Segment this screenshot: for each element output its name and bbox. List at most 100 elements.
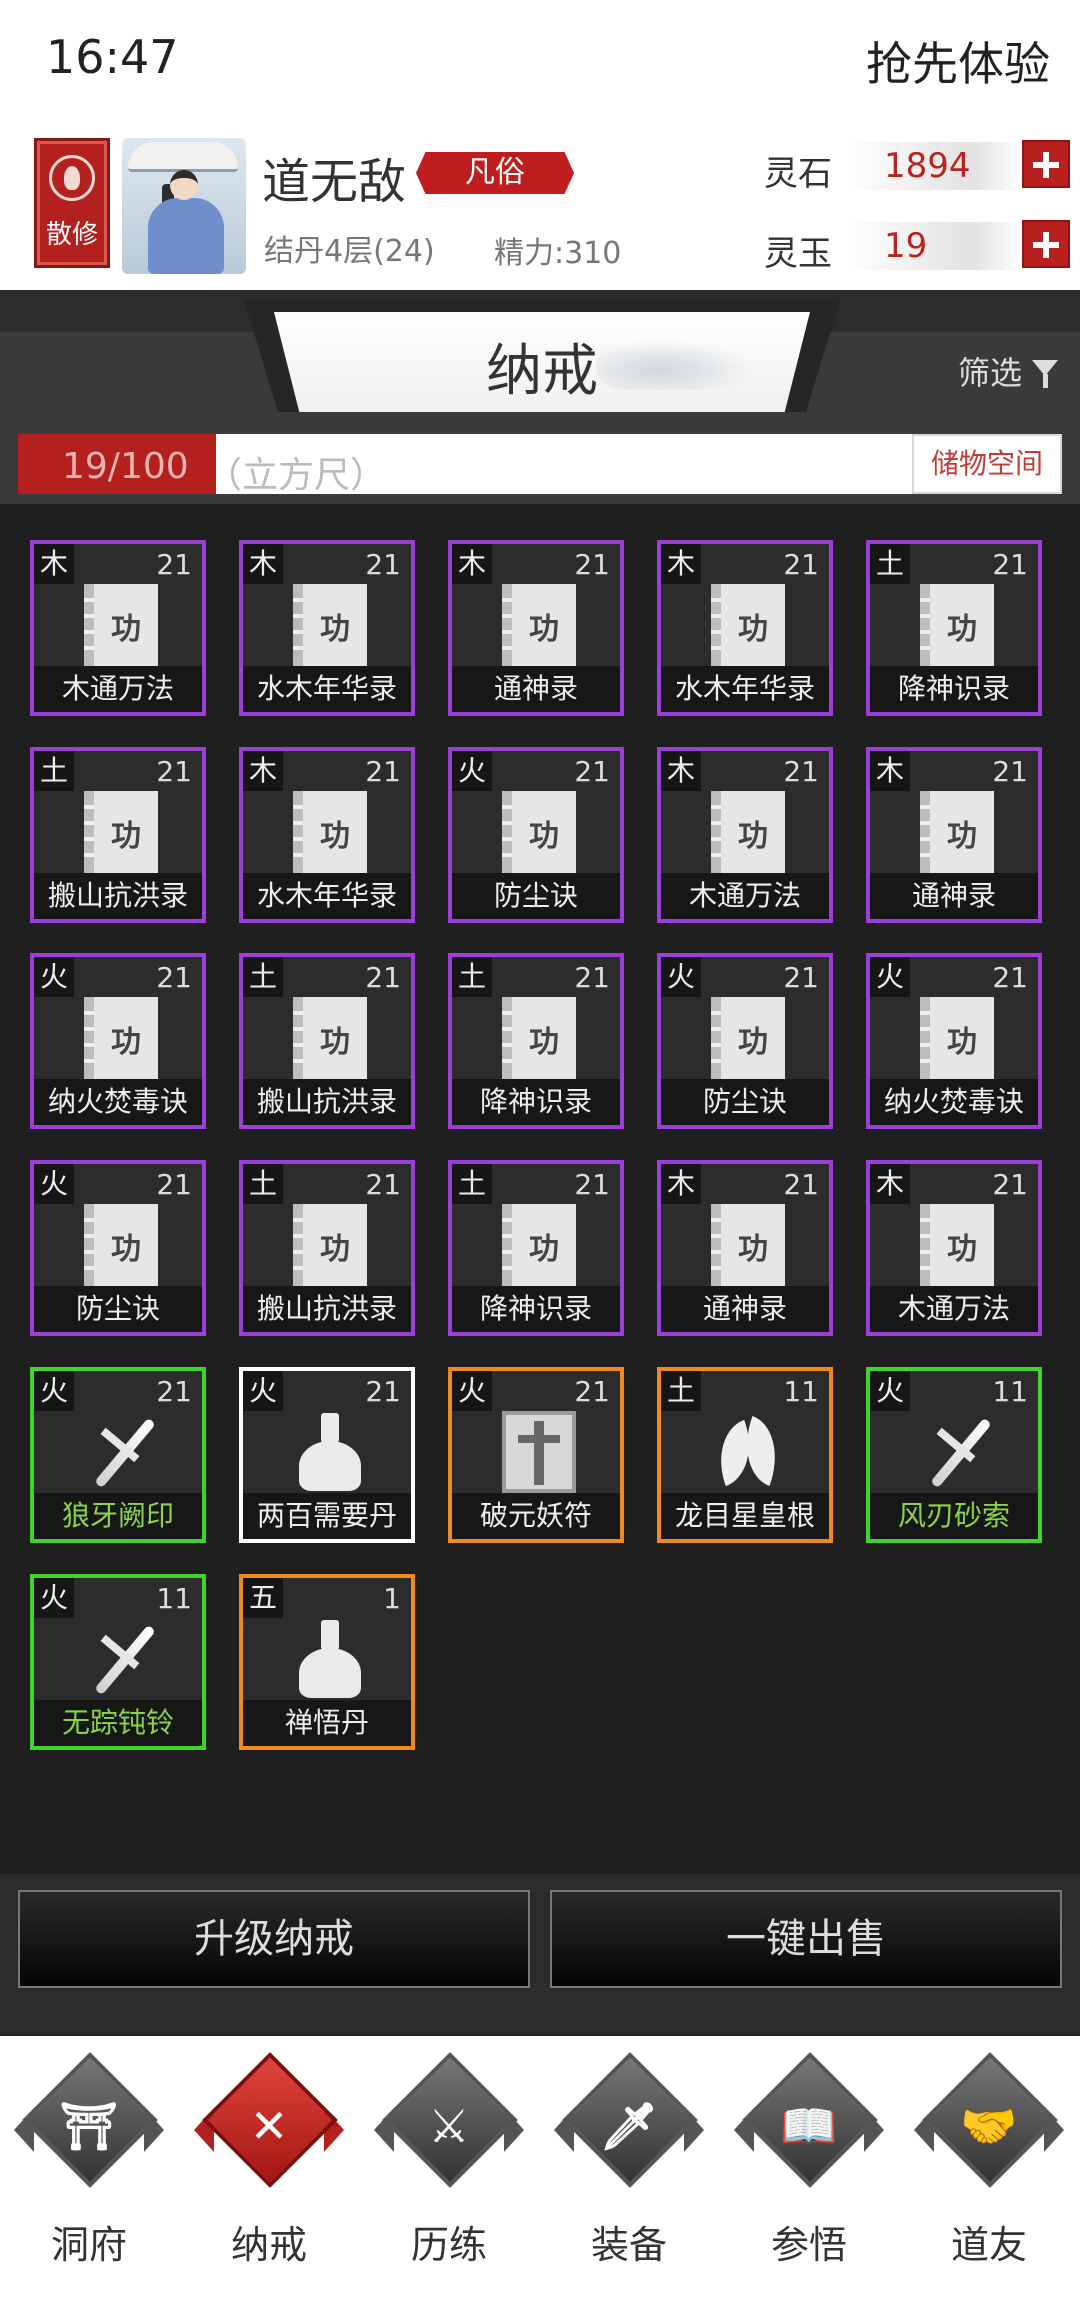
book-icon: 功	[293, 1204, 367, 1286]
nav-item-1[interactable]: ✕ 纳戒	[194, 2052, 344, 2274]
book-icon: 功	[920, 1204, 994, 1286]
book-glyph: 功	[947, 1025, 977, 1060]
inventory-item[interactable]: 木 21 功水木年华录	[239, 540, 415, 716]
inventory-item[interactable]: 火 21 两百需要丹	[239, 1367, 415, 1543]
book-icon: 功	[293, 997, 367, 1079]
status-time: 16:47	[46, 30, 179, 84]
item-name: 防尘诀	[34, 1286, 202, 1332]
book-glyph: 功	[320, 1232, 350, 1267]
item-level: 21	[992, 961, 1028, 994]
inventory-item[interactable]: 火 11 风刃砂索	[866, 1367, 1042, 1543]
filter-icon	[1032, 360, 1058, 388]
item-level: 21	[574, 755, 610, 788]
item-name: 通神录	[452, 666, 620, 712]
nav-item-5[interactable]: 🤝 道友	[914, 2052, 1064, 2274]
book-glyph: 功	[738, 612, 768, 647]
nav-item-0[interactable]: ⛩ 洞府	[14, 2052, 164, 2274]
flask-icon	[293, 1618, 367, 1700]
inventory-item[interactable]: 火 11 无踪钝铃	[30, 1574, 206, 1750]
book-glyph: 功	[738, 1025, 768, 1060]
nav-label: 洞府	[50, 2223, 127, 2267]
element-badge: 火	[452, 751, 492, 791]
inventory-item[interactable]: 土 21 功降神识录	[448, 953, 624, 1129]
nav-item-2[interactable]: ⚔ 历练	[374, 2052, 524, 2274]
item-name: 木通万法	[661, 873, 829, 919]
dagger-icon: 🗡	[599, 2099, 659, 2153]
element-badge: 木	[870, 751, 910, 791]
energy-value: 精力:310	[494, 236, 622, 271]
element-badge: 土	[452, 957, 492, 997]
early-access-label[interactable]: 抢先体验	[866, 28, 1050, 94]
item-level: 21	[574, 1168, 610, 1201]
inventory-item[interactable]: 木 21 功水木年华录	[239, 747, 415, 923]
item-name: 木通万法	[870, 1286, 1038, 1332]
item-level: 21	[574, 548, 610, 581]
inventory-item[interactable]: 土 21 功搬山抗洪录	[239, 1160, 415, 1336]
book-glyph: 功	[947, 819, 977, 854]
avatar[interactable]	[122, 138, 246, 274]
inventory-item[interactable]: 火 21 功纳火焚毒诀	[30, 953, 206, 1129]
element-badge: 木	[243, 544, 283, 584]
book-glyph: 功	[529, 612, 559, 647]
sect-label: 散修	[45, 220, 98, 250]
item-name: 水木年华录	[243, 873, 411, 919]
book-glyph: 功	[738, 819, 768, 854]
item-name: 水木年华录	[243, 666, 411, 712]
sect-badge[interactable]: 散修	[34, 138, 110, 268]
element-badge: 木	[243, 751, 283, 791]
inventory-item[interactable]: 土 21 功搬山抗洪录	[239, 953, 415, 1129]
inventory-item[interactable]: 五 1 禅悟丹	[239, 1574, 415, 1750]
inventory-item[interactable]: 火 21 功防尘诀	[448, 747, 624, 923]
item-level: 21	[783, 755, 819, 788]
inventory-item[interactable]: 火 21 狼牙阙印	[30, 1367, 206, 1543]
element-badge: 木	[661, 1164, 701, 1204]
dagger-icon	[920, 1411, 994, 1493]
nav-label: 历练	[410, 2223, 487, 2267]
storage-space-button[interactable]: 储物空间	[912, 434, 1062, 494]
inventory-item[interactable]: 木 21 功木通万法	[30, 540, 206, 716]
gate-icon: ⛩	[59, 2099, 119, 2153]
nav-item-4[interactable]: 📖 参悟	[734, 2052, 884, 2274]
item-name: 两百需要丹	[243, 1493, 411, 1539]
inventory-item[interactable]: 火 21 功纳火焚毒诀	[866, 953, 1042, 1129]
item-name: 木通万法	[34, 666, 202, 712]
element-badge: 土	[243, 1164, 283, 1204]
inventory-item[interactable]: 土 21 功搬山抗洪录	[30, 747, 206, 923]
inventory-item[interactable]: 火 21 破元妖符	[448, 1367, 624, 1543]
inventory-item[interactable]: 土 11 龙目星皇根	[657, 1367, 833, 1543]
element-badge: 火	[34, 1164, 74, 1204]
realm-tag: 凡俗	[416, 152, 574, 194]
player-name: 道无敌	[262, 154, 407, 210]
resource-value: 1894	[848, 142, 1024, 190]
item-name: 龙目星皇根	[661, 1493, 829, 1539]
inventory-item[interactable]: 土 21 功降神识录	[866, 540, 1042, 716]
filter-button[interactable]: 筛选	[958, 348, 1058, 394]
book-icon: 功	[711, 584, 785, 666]
upgrade-ring-button[interactable]: 升级纳戒	[18, 1890, 530, 1988]
sell-all-button[interactable]: 一键出售	[550, 1890, 1062, 1988]
status-bar: 16:47 抢先体验	[0, 0, 1080, 122]
inventory-item[interactable]: 木 21 功木通万法	[866, 1160, 1042, 1336]
inventory-item[interactable]: 土 21 功降神识录	[448, 1160, 624, 1336]
inventory-item[interactable]: 木 21 功通神录	[866, 747, 1042, 923]
book-glyph: 功	[111, 819, 141, 854]
nav-label: 道友	[950, 2223, 1027, 2267]
item-name: 狼牙阙印	[34, 1493, 202, 1539]
inventory-item[interactable]: 木 21 功通神录	[657, 1160, 833, 1336]
inventory-item[interactable]: 木 21 功通神录	[448, 540, 624, 716]
inventory-item[interactable]: 木 21 功木通万法	[657, 747, 833, 923]
inventory-item[interactable]: 火 21 功防尘诀	[657, 953, 833, 1129]
element-badge: 土	[870, 544, 910, 584]
add-spirit-jade-button[interactable]	[1022, 220, 1070, 268]
inventory-item[interactable]: 木 21 功水木年华录	[657, 540, 833, 716]
inventory-item[interactable]: 火 21 功防尘诀	[30, 1160, 206, 1336]
book-icon: 功	[711, 997, 785, 1079]
item-name: 降神识录	[452, 1079, 620, 1125]
add-spirit-stone-button[interactable]	[1022, 140, 1070, 188]
book-glyph: 功	[529, 1025, 559, 1060]
nav-item-3[interactable]: 🗡 装备	[554, 2052, 704, 2274]
resource-label: 灵玉	[764, 234, 832, 274]
book-glyph: 功	[320, 612, 350, 647]
item-name: 风刃砂索	[870, 1493, 1038, 1539]
book-icon: 功	[84, 1204, 158, 1286]
